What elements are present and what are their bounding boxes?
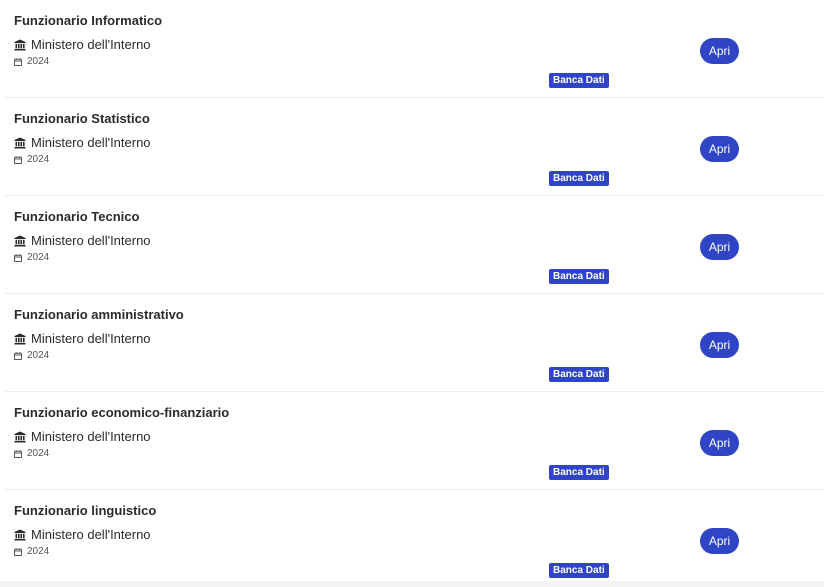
open-button[interactable]: Apri: [700, 234, 739, 260]
item-title: Funzionario amministrativo: [14, 307, 184, 322]
item-org-label: Ministero dell'Interno: [31, 233, 151, 248]
calendar-icon: [14, 449, 22, 458]
item-title: Funzionario Informatico: [14, 13, 163, 28]
concorsi-list: Funzionario Informatico Ministero dell'I…: [5, 0, 824, 587]
item-org: Ministero dell'Interno: [14, 429, 151, 444]
open-button[interactable]: Apri: [700, 528, 739, 554]
institution-icon: [14, 39, 26, 51]
source-badge: Banca Dati: [549, 367, 609, 382]
source-badge: Banca Dati: [549, 563, 609, 578]
calendar-icon: [14, 547, 22, 556]
item-org-label: Ministero dell'Interno: [31, 429, 151, 444]
scroll-edge: [0, 581, 824, 587]
list-item: Funzionario Tecnico Ministero dell'Inter…: [5, 196, 824, 294]
item-year: 2024: [14, 154, 49, 165]
calendar-icon: [14, 155, 22, 164]
item-org: Ministero dell'Interno: [14, 331, 151, 346]
item-year: 2024: [14, 252, 49, 263]
list-item: Funzionario Informatico Ministero dell'I…: [5, 0, 824, 98]
item-year: 2024: [14, 546, 49, 557]
item-title: Funzionario Statistico: [14, 111, 150, 126]
list-item: Funzionario linguistico Ministero dell'I…: [5, 490, 824, 587]
item-title: Funzionario economico-finanziario: [14, 405, 230, 420]
item-year-label: 2024: [27, 350, 50, 361]
institution-icon: [14, 137, 26, 149]
item-year-label: 2024: [27, 56, 50, 67]
calendar-icon: [14, 351, 22, 360]
list-item: Funzionario amministrativo Ministero del…: [5, 294, 824, 392]
source-badge: Banca Dati: [549, 73, 609, 88]
item-year: 2024: [14, 56, 49, 67]
calendar-icon: [14, 253, 22, 262]
list-item: Funzionario Statistico Ministero dell'In…: [5, 98, 824, 196]
item-org: Ministero dell'Interno: [14, 527, 151, 542]
item-org-label: Ministero dell'Interno: [31, 135, 151, 150]
institution-icon: [14, 529, 26, 541]
item-year: 2024: [14, 448, 49, 459]
open-button[interactable]: Apri: [700, 430, 739, 456]
item-year-label: 2024: [27, 448, 50, 459]
institution-icon: [14, 431, 26, 443]
item-year-label: 2024: [27, 546, 50, 557]
source-badge: Banca Dati: [549, 171, 609, 186]
source-badge: Banca Dati: [549, 269, 609, 284]
item-year: 2024: [14, 350, 49, 361]
item-year-label: 2024: [27, 252, 50, 263]
institution-icon: [14, 333, 26, 345]
open-button[interactable]: Apri: [700, 38, 739, 64]
item-org-label: Ministero dell'Interno: [31, 331, 151, 346]
item-org: Ministero dell'Interno: [14, 233, 151, 248]
item-title: Funzionario Tecnico: [14, 209, 140, 224]
calendar-icon: [14, 57, 22, 66]
list-item: Funzionario economico-finanziario Minist…: [5, 392, 824, 490]
open-button[interactable]: Apri: [700, 136, 739, 162]
item-org-label: Ministero dell'Interno: [31, 37, 151, 52]
open-button[interactable]: Apri: [700, 332, 739, 358]
institution-icon: [14, 235, 26, 247]
item-org: Ministero dell'Interno: [14, 135, 151, 150]
item-org-label: Ministero dell'Interno: [31, 527, 151, 542]
item-year-label: 2024: [27, 154, 50, 165]
item-org: Ministero dell'Interno: [14, 37, 151, 52]
source-badge: Banca Dati: [549, 465, 609, 480]
item-title: Funzionario linguistico: [14, 503, 157, 518]
